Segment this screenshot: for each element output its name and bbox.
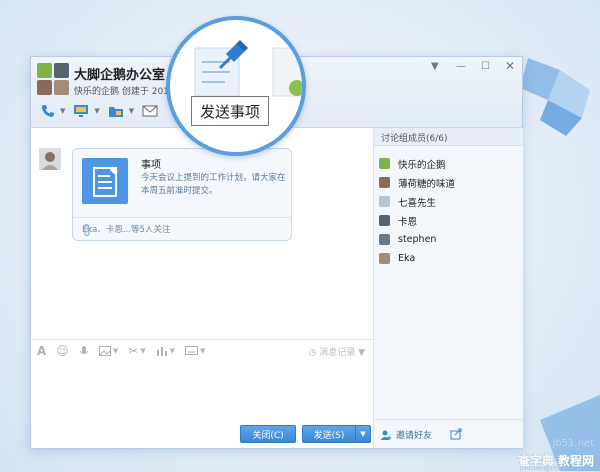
minimize-icon[interactable]: — bbox=[456, 61, 466, 72]
avatar bbox=[379, 253, 390, 264]
close-button[interactable]: 关闭(C) bbox=[240, 425, 296, 443]
history-label: 消息记录 bbox=[319, 348, 356, 358]
member-count-title: 讨论组成员(6/6) bbox=[381, 134, 448, 144]
task-title: 事项 bbox=[141, 160, 161, 171]
avatar[interactable] bbox=[39, 148, 61, 170]
folder-icon[interactable] bbox=[108, 104, 124, 118]
watermark-domain: jb51.net bbox=[552, 438, 594, 449]
close-icon[interactable]: ✕ bbox=[505, 59, 515, 73]
toolbar: ▼ ▼ ▼ bbox=[41, 102, 158, 120]
avatar bbox=[379, 215, 390, 226]
chevron-down-icon[interactable]: ▼ bbox=[60, 107, 65, 115]
message-history-button[interactable]: ◷ 消息记录 ▼ bbox=[308, 345, 365, 358]
avatar bbox=[379, 158, 390, 169]
group-name: 大脚企鹅办公室 bbox=[74, 68, 166, 83]
list-item[interactable]: 卡恩 bbox=[379, 211, 455, 230]
invite-friends-button[interactable]: 邀请好友 bbox=[380, 428, 432, 441]
chevron-down-icon[interactable]: ▼ bbox=[129, 107, 134, 115]
member-list: 快乐的企鹅 薄荷糖的味道 七喜先生 卡恩 stephen Eka bbox=[379, 154, 455, 268]
task-card[interactable]: 事项 今天会议上提到的工作计划，请大家在本周五前准时提交。 Eka、卡恩...等… bbox=[72, 148, 292, 241]
microphone-icon[interactable] bbox=[79, 345, 89, 357]
share-icon[interactable] bbox=[450, 428, 462, 443]
bottom-bar: 关闭(C) 发送(S) ▼ bbox=[31, 420, 373, 448]
member-panel-footer: 邀请好友 bbox=[374, 419, 523, 448]
input-toolbar: A ☺ ▼ ✂ ▼ ▼ ▼ ◷ 消息记录 ▼ bbox=[31, 339, 373, 361]
chat-area: 事项 今天会议上提到的工作计划，请大家在本周五前准时提交。 Eka、卡恩...等… bbox=[31, 128, 373, 338]
phone-icon[interactable] bbox=[41, 104, 55, 118]
send-options-chevron-icon[interactable]: ▼ bbox=[355, 425, 371, 443]
member-name: 七喜先生 bbox=[398, 197, 437, 209]
avatar bbox=[379, 196, 390, 207]
list-item[interactable]: 快乐的企鹅 bbox=[379, 154, 455, 173]
send-button[interactable]: 发送(S) bbox=[302, 425, 356, 443]
emoji-icon[interactable]: ☺ bbox=[56, 344, 69, 358]
keyboard-icon[interactable]: ▼ bbox=[185, 346, 205, 355]
maximize-icon[interactable]: ☐ bbox=[481, 61, 490, 72]
paperclip-icon[interactable] bbox=[82, 223, 283, 240]
member-name: 卡恩 bbox=[398, 216, 418, 228]
task-description: 今天会议上提到的工作计划，请大家在本周五前准时提交。 bbox=[141, 173, 286, 196]
member-panel-header: 讨论组成员(6/6) bbox=[374, 128, 523, 146]
avatar bbox=[379, 177, 390, 188]
task-footer: Eka、卡恩...等5人关注 bbox=[73, 217, 291, 240]
send-task-tooltip: 发送事项 bbox=[191, 96, 270, 126]
chart-icon[interactable]: ▼ bbox=[156, 346, 175, 356]
add-user-icon bbox=[380, 430, 391, 440]
list-item[interactable]: Eka bbox=[379, 249, 455, 268]
screen-share-icon[interactable] bbox=[73, 104, 89, 118]
message-input[interactable] bbox=[31, 362, 373, 420]
group-subtitle: 快乐的企鹅 创建于 201 bbox=[74, 87, 169, 97]
avatar bbox=[379, 234, 390, 245]
member-panel: 讨论组成员(6/6) 快乐的企鹅 薄荷糖的味道 七喜先生 卡恩 stephen … bbox=[373, 128, 523, 448]
task-icon bbox=[82, 158, 128, 204]
list-item[interactable]: 薄荷糖的味道 bbox=[379, 173, 455, 192]
image-icon[interactable]: ▼ bbox=[98, 345, 118, 356]
mail-icon[interactable] bbox=[142, 105, 158, 117]
chevron-down-icon[interactable]: ▼ bbox=[94, 107, 99, 115]
zoom-magnifier bbox=[166, 16, 306, 156]
member-name: 薄荷糖的味道 bbox=[398, 178, 456, 190]
dropdown-icon[interactable]: ▼ bbox=[431, 61, 439, 72]
member-name: Eka bbox=[398, 253, 416, 264]
list-item[interactable]: stephen bbox=[379, 230, 455, 249]
member-name: stephen bbox=[398, 234, 437, 245]
clock-icon: ◷ bbox=[308, 348, 317, 358]
chevron-down-icon: ▼ bbox=[358, 348, 365, 358]
list-item[interactable]: 七喜先生 bbox=[379, 192, 455, 211]
scissors-icon[interactable]: ✂ ▼ bbox=[128, 344, 145, 358]
group-avatar bbox=[37, 63, 69, 95]
font-icon[interactable]: A bbox=[37, 344, 46, 358]
member-name: 快乐的企鹅 bbox=[398, 159, 446, 171]
invite-label: 邀请好友 bbox=[396, 431, 433, 441]
